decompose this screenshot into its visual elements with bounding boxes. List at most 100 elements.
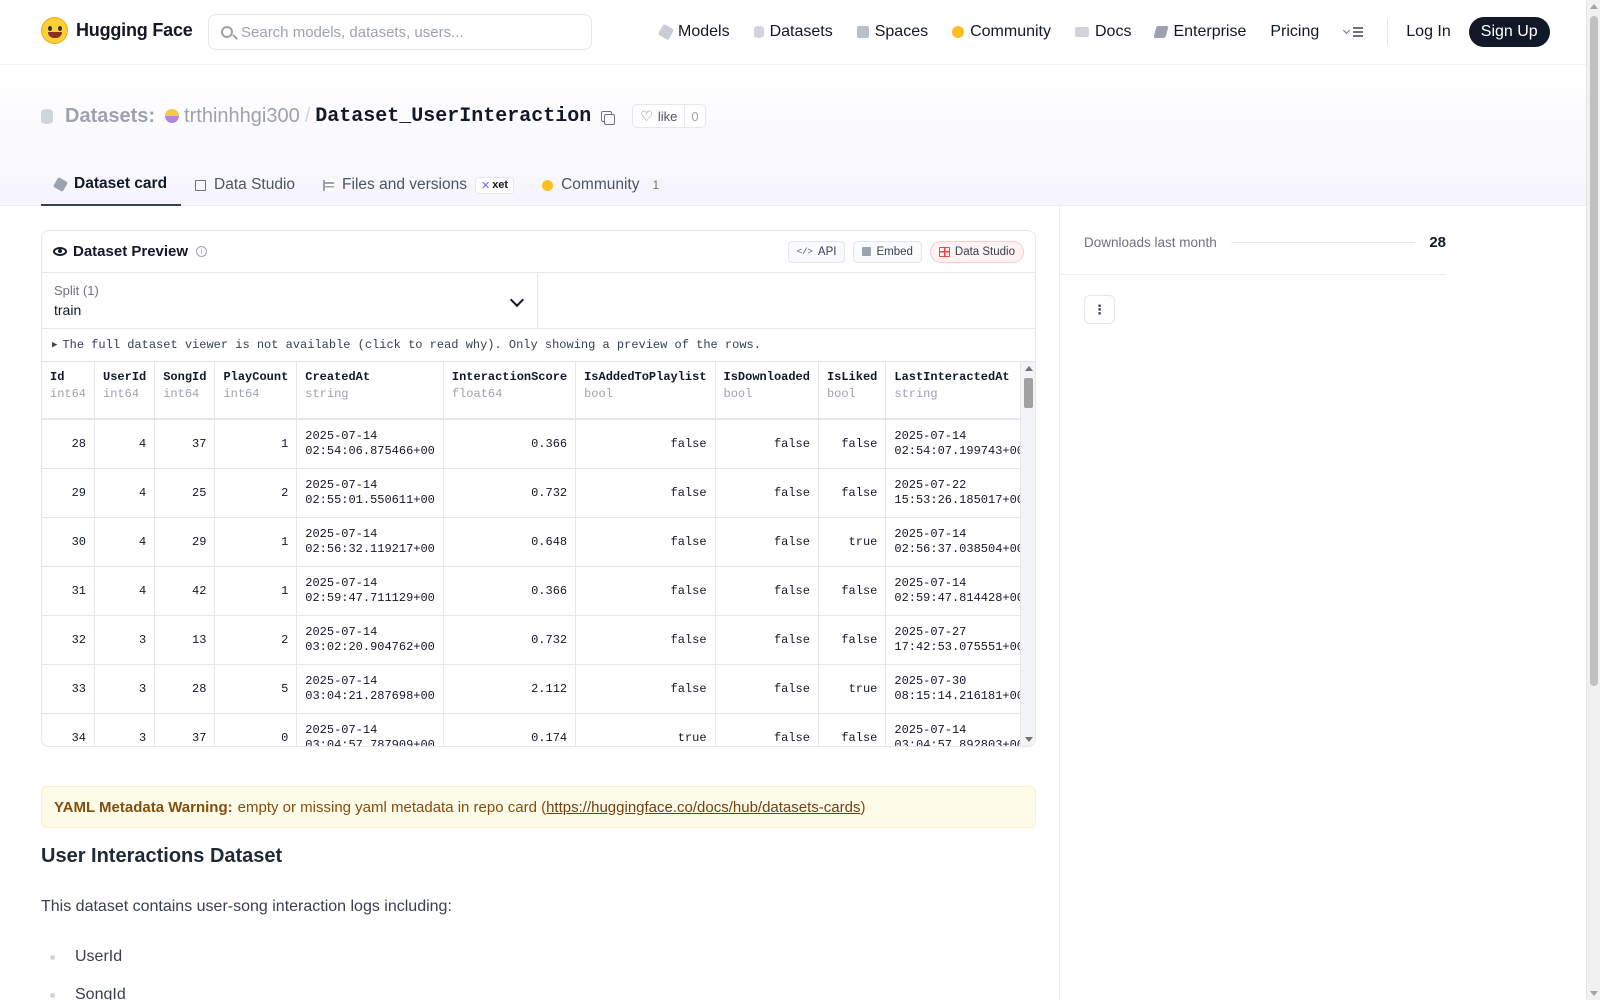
search-input[interactable] xyxy=(241,23,571,41)
column-header[interactable]: SongId int64 xyxy=(154,362,216,420)
api-button[interactable]: </> API xyxy=(787,240,846,263)
table-cell[interactable]: 0.366 xyxy=(443,418,577,469)
table-cell[interactable]: false xyxy=(818,615,887,665)
table-cell[interactable]: false xyxy=(575,615,716,665)
table-cell[interactable]: 2025-07-14 02:54:06.875466+00 xyxy=(296,418,444,469)
table-cell[interactable]: 37 xyxy=(154,713,216,746)
search-box[interactable] xyxy=(208,14,592,50)
table-cell[interactable]: 29 xyxy=(154,517,216,567)
data-studio-button[interactable]: Data Studio xyxy=(929,240,1024,263)
table-cell[interactable]: false xyxy=(715,664,819,714)
table-cell[interactable]: 33 xyxy=(42,664,96,714)
column-header[interactable]: LastInteractedAt string xyxy=(885,362,1033,420)
tab-data-studio[interactable]: Data Studio xyxy=(181,164,309,206)
table-cell[interactable]: false xyxy=(818,468,887,518)
nav-link-community[interactable]: Community xyxy=(952,23,1051,41)
table-cell[interactable]: false xyxy=(818,713,887,746)
table-cell[interactable]: 29 xyxy=(42,468,96,518)
scrollbar-thumb[interactable] xyxy=(1590,16,1598,686)
table-cell[interactable]: 2025-07-14 02:59:47.814428+00 xyxy=(885,566,1033,616)
table-cell[interactable]: false xyxy=(575,566,716,616)
signup-button[interactable]: Sign Up xyxy=(1468,17,1550,47)
copy-icon[interactable] xyxy=(601,110,616,125)
table-row[interactable]: 34 3 37 0 2025-07-14 03:04:57.787909+00 0.174… xyxy=(42,713,1033,746)
tab-dataset-card[interactable]: Dataset card xyxy=(41,164,182,206)
table-scrollbar[interactable] xyxy=(1020,362,1035,746)
table-cell[interactable]: 5 xyxy=(214,664,298,714)
table-cell[interactable]: 2025-07-30 08:15:14.216181+00 xyxy=(885,664,1033,714)
table-cell[interactable]: 4 xyxy=(94,418,156,469)
table-cell[interactable]: 4 xyxy=(94,468,156,518)
table-row[interactable]: 29 4 25 2 2025-07-14 02:55:01.550611+00 0.732… xyxy=(42,468,1033,518)
table-cell[interactable]: 2025-07-14 03:04:21.287698+00 xyxy=(296,664,444,714)
table-cell[interactable]: 4 xyxy=(94,566,156,616)
table-cell[interactable]: 2025-07-14 02:54:07.199743+00 xyxy=(885,418,1033,469)
nav-link-spaces[interactable]: Spaces xyxy=(856,23,928,41)
tab-community[interactable]: Community 1 xyxy=(528,164,678,206)
column-header[interactable]: Id int64 xyxy=(42,362,96,420)
brand-logo[interactable]: Hugging Face xyxy=(41,17,193,44)
table-cell[interactable]: 42 xyxy=(154,566,216,616)
nav-link-models[interactable]: Models xyxy=(657,23,730,41)
login-link[interactable]: Log In xyxy=(1406,23,1450,41)
scroll-up-icon[interactable] xyxy=(1590,4,1598,9)
table-cell[interactable]: 2025-07-14 02:56:37.038504+00 xyxy=(885,517,1033,567)
scrollbar-thumb[interactable] xyxy=(1024,378,1033,408)
table-cell[interactable]: true xyxy=(818,664,887,714)
sidebar-menu-button[interactable]: ⋮ xyxy=(1084,295,1115,324)
table-cell[interactable]: 2025-07-14 03:04:57.787909+00 xyxy=(296,713,444,746)
table-cell[interactable]: 34 xyxy=(42,713,96,746)
scroll-down-icon[interactable] xyxy=(1025,737,1033,742)
table-cell[interactable]: false xyxy=(715,468,819,518)
table-cell[interactable]: false xyxy=(715,418,819,469)
table-cell[interactable]: 1 xyxy=(214,517,298,567)
table-cell[interactable]: 2025-07-14 02:56:32.119217+00 xyxy=(296,517,444,567)
nav-link-enterprise[interactable]: Enterprise xyxy=(1153,23,1246,41)
table-row[interactable]: 33 3 28 5 2025-07-14 03:04:21.287698+00 2.112… xyxy=(42,664,1033,714)
table-cell[interactable]: false xyxy=(818,566,887,616)
table-cell[interactable]: 1 xyxy=(214,566,298,616)
table-cell[interactable]: 1 xyxy=(214,418,298,469)
column-header[interactable]: UserId int64 xyxy=(94,362,156,420)
table-cell[interactable]: false xyxy=(818,418,887,469)
table-row[interactable]: 30 4 29 1 2025-07-14 02:56:32.119217+00 0.648… xyxy=(42,517,1033,567)
table-cell[interactable]: 0.174 xyxy=(443,713,577,746)
table-cell[interactable]: 37 xyxy=(154,418,216,469)
table-cell[interactable]: 2025-07-14 03:04:57.892803+00 xyxy=(885,713,1033,746)
table-cell[interactable]: 3 xyxy=(94,664,156,714)
table-row[interactable]: 32 3 13 2 2025-07-14 03:02:20.904762+00 0.732… xyxy=(42,615,1033,665)
table-cell[interactable]: false xyxy=(575,418,716,469)
table-cell[interactable]: 3 xyxy=(94,615,156,665)
table-cell[interactable]: false xyxy=(575,517,716,567)
nav-link-pricing[interactable]: Pricing xyxy=(1270,23,1319,41)
column-header[interactable]: IsLiked bool xyxy=(818,362,887,420)
table-cell[interactable]: 30 xyxy=(42,517,96,567)
table-cell[interactable]: 0 xyxy=(214,713,298,746)
table-cell[interactable]: 3 xyxy=(94,713,156,746)
viewer-notice[interactable]: ▶ The full dataset viewer is not availab… xyxy=(42,329,1035,362)
column-header[interactable]: IsDownloaded bool xyxy=(715,362,819,420)
table-cell[interactable]: 0.366 xyxy=(443,566,577,616)
table-cell[interactable]: 2 xyxy=(214,468,298,518)
table-cell[interactable]: 2.112 xyxy=(443,664,577,714)
nav-link-datasets[interactable]: Datasets xyxy=(753,23,833,41)
table-cell[interactable]: false xyxy=(575,468,716,518)
breadcrumb-owner[interactable]: trthinhhgi300 xyxy=(184,105,300,128)
embed-button[interactable]: Embed xyxy=(853,240,922,263)
table-cell[interactable]: false xyxy=(575,664,716,714)
column-header[interactable]: CreatedAt string xyxy=(296,362,444,420)
table-cell[interactable]: 32 xyxy=(42,615,96,665)
table-cell[interactable]: 2 xyxy=(214,615,298,665)
column-header[interactable]: IsAddedToPlaylist bool xyxy=(575,362,716,420)
table-cell[interactable]: 28 xyxy=(154,664,216,714)
table-cell[interactable]: 2025-07-22 15:53:26.185017+00 xyxy=(885,468,1033,518)
tab-files-and-versions[interactable]: Files and versions ✕ xet xyxy=(309,164,528,206)
column-header[interactable]: InteractionScore float64 xyxy=(443,362,577,420)
table-row[interactable]: 28 4 37 1 2025-07-14 02:54:06.875466+00 0.366… xyxy=(42,418,1033,469)
table-cell[interactable]: false xyxy=(715,517,819,567)
like-count[interactable]: 0 xyxy=(685,109,704,124)
table-cell[interactable]: 13 xyxy=(154,615,216,665)
table-cell[interactable]: 0.732 xyxy=(443,615,577,665)
table-cell[interactable]: false xyxy=(715,615,819,665)
table-cell[interactable]: 31 xyxy=(42,566,96,616)
